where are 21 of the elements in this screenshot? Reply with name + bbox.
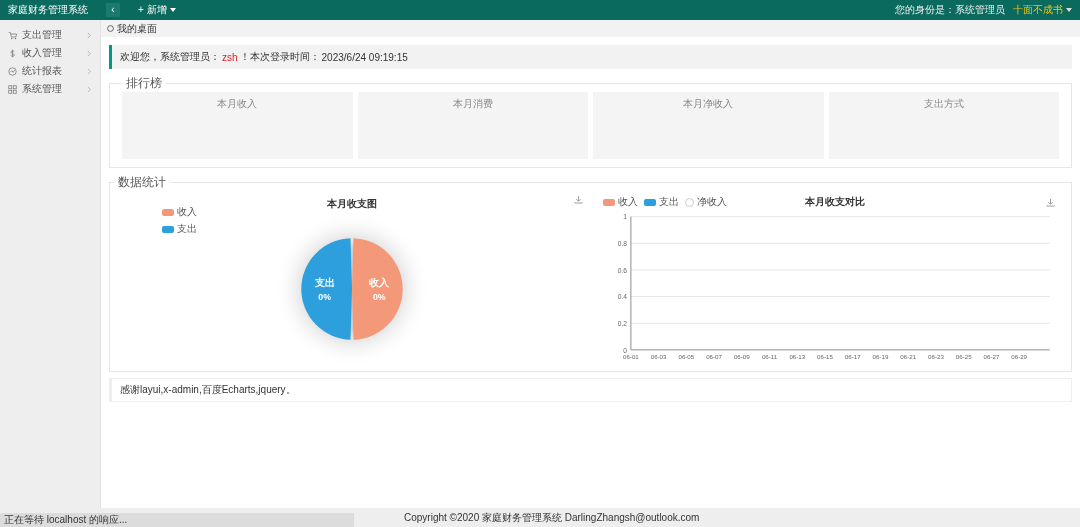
- thanks-note: 感谢layui,x-admin,百度Echarts,jquery。: [109, 378, 1072, 402]
- stat-card: 本月收入: [122, 92, 353, 159]
- chart-title: 本月收支图: [327, 197, 378, 211]
- user-name: zsh: [222, 51, 238, 63]
- slice-label: 支出: [314, 277, 335, 289]
- slice-value: 0%: [318, 291, 332, 302]
- panel-title: 排行榜: [125, 75, 163, 92]
- welcome-text: 欢迎您，系统管理员：: [120, 50, 220, 64]
- app-title: 家庭财务管理系统: [7, 3, 89, 17]
- stat-card: 本月净收入: [593, 92, 824, 159]
- login-time: 2023/6/24 09:19:15: [321, 51, 408, 63]
- stat-card: 支出方式: [828, 92, 1059, 159]
- status-bar: 正在等待 localhost 的响应...: [0, 513, 354, 527]
- login-time-label: ！本次登录时间：: [239, 50, 320, 64]
- identity-text: 您的身份是：系统管理员: [895, 3, 1005, 17]
- panel-title: 数据统计: [117, 174, 167, 191]
- slice-value: 0%: [373, 291, 386, 302]
- copyright-text: Copyright ©2020 家庭财务管理系统 DarlingZhangsh@outlook.com: [404, 510, 700, 525]
- slice-label: 收入: [369, 277, 390, 289]
- chart-title: 本月收支对比: [803, 195, 866, 209]
- stat-card: 本月消费: [357, 92, 588, 159]
